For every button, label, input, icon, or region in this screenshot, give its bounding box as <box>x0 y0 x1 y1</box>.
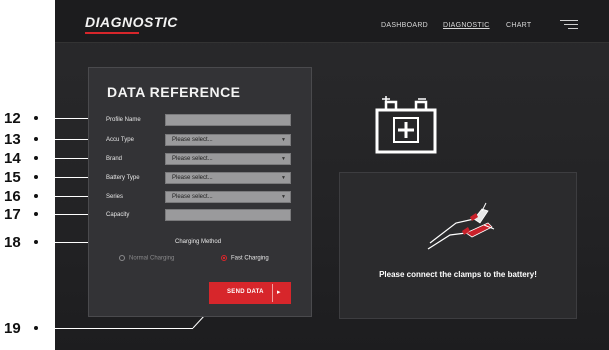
charging-method-label: Charging Method <box>175 239 222 245</box>
arrow-right-icon: ▸ <box>277 289 281 296</box>
callout-16: 16 <box>4 188 21 205</box>
top-bar: DIAGNOSTIC DASHBOARD DIAGNOSTIC CHART <box>55 0 609 43</box>
chevron-down-icon: ▼ <box>281 175 286 181</box>
chevron-down-icon: ▼ <box>281 137 286 143</box>
brand-underline <box>85 32 139 34</box>
button-separator <box>272 284 273 302</box>
series-label: Series <box>106 194 124 200</box>
radio-normal-charging[interactable]: Normal Charging <box>119 255 174 262</box>
send-data-button[interactable]: SEND DATA ▸ <box>209 282 291 304</box>
nav-diagnostic[interactable]: DIAGNOSTIC <box>443 22 490 29</box>
callout-12: 12 <box>4 110 21 127</box>
radio-fast-charging[interactable]: Fast Charging <box>221 255 269 262</box>
radio-unchecked-icon <box>119 255 125 261</box>
battery-icon <box>375 96 437 154</box>
status-message: Please connect the clamps to the battery… <box>379 270 537 279</box>
brand-select[interactable]: Please select... ▼ <box>165 153 291 165</box>
brand-logo: DIAGNOSTIC <box>85 14 178 30</box>
capacity-input[interactable] <box>165 209 291 221</box>
chevron-down-icon: ▼ <box>281 156 286 162</box>
battery-type-select[interactable]: Please select... ▼ <box>165 172 291 184</box>
accu-type-select[interactable]: Please select... ▼ <box>165 134 291 146</box>
callout-17: 17 <box>4 206 21 223</box>
callout-13: 13 <box>4 131 21 148</box>
radio-checked-icon <box>221 255 227 261</box>
capacity-label: Capacity <box>106 212 130 218</box>
menu-icon[interactable] <box>560 20 578 30</box>
accu-type-label: Accu Type <box>106 137 134 143</box>
panel-title: DATA REFERENCE <box>107 84 241 100</box>
leader-19 <box>38 328 193 329</box>
profile-name-label: Profile Name <box>106 117 141 123</box>
chevron-down-icon: ▼ <box>281 194 286 200</box>
connection-status-panel: Please connect the clamps to the battery… <box>339 172 577 319</box>
brand-label: Brand <box>106 156 123 162</box>
nav-chart[interactable]: CHART <box>506 22 531 29</box>
profile-name-input[interactable] <box>165 114 291 126</box>
callout-15: 15 <box>4 169 21 186</box>
jumper-clamps-icon <box>427 202 495 250</box>
data-reference-panel: DATA REFERENCE Profile Name Accu Type Pl… <box>88 67 312 317</box>
battery-type-label: Battery Type <box>106 175 140 181</box>
callout-18: 18 <box>4 234 21 251</box>
app-window: DIAGNOSTIC DASHBOARD DIAGNOSTIC CHART DA… <box>38 0 609 350</box>
series-select[interactable]: Please select... ▼ <box>165 191 291 203</box>
callout-19: 19 <box>4 320 21 337</box>
nav-dashboard[interactable]: DASHBOARD <box>381 22 428 29</box>
callout-14: 14 <box>4 150 21 167</box>
